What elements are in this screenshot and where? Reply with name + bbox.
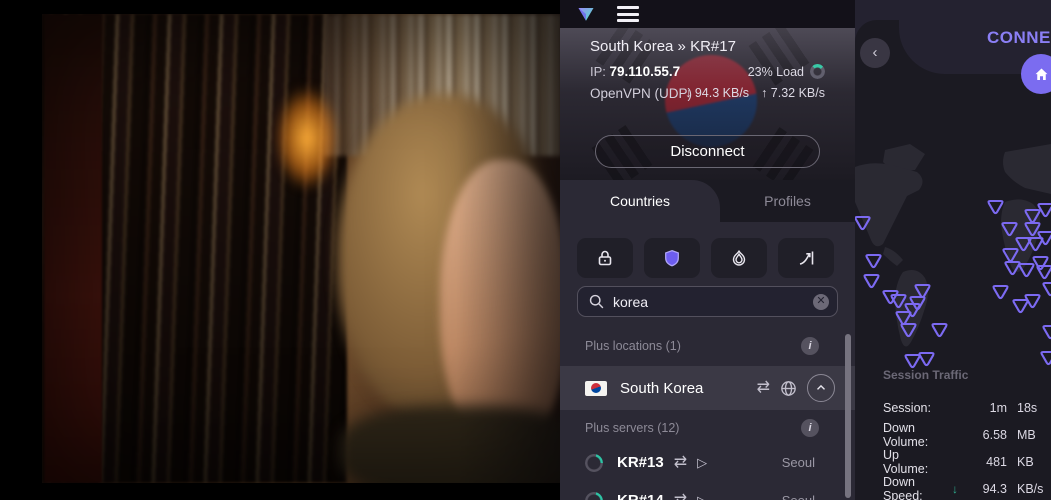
shuffle-icon[interactable]: ⇄ [674,493,687,500]
plus-locations-header: Plus locations (1) i [560,332,855,360]
tor-button[interactable] [711,238,767,278]
map-pin-icon [992,284,1009,300]
netshield-button[interactable] [644,238,700,278]
load-label: 23% Load [748,65,804,79]
info-icon[interactable]: i [801,337,819,355]
chevron-up-icon [814,381,828,395]
map-pin-icon [900,322,917,338]
video-frame [42,14,560,483]
south-korea-flag-icon [585,381,607,396]
app-topbar [560,0,855,28]
collapse-button[interactable] [807,374,835,402]
country-row-south-korea[interactable]: South Korea ⇄ [560,366,855,410]
tor-icon [729,248,749,268]
tab-bar: Countries Profiles [560,180,855,222]
map-pin-icon [1036,264,1051,280]
map-pin-icon [1027,236,1044,252]
connection-status-badge: CONNECTED [987,28,1051,48]
globe-icon[interactable] [779,379,798,398]
download-speed: ↓ 94.3 KB/s [685,86,749,100]
ip-label: IP: [590,64,606,79]
feature-filter-row [577,238,834,278]
plus-servers-header: Plus servers (12) i [560,414,855,442]
shuffle-icon[interactable]: ⇄ [674,455,687,471]
protonvpn-logo [577,5,595,23]
vpn-sidebar: South Korea » KR#17 IP: 79.110.55.7 23% … [560,0,855,500]
play-icon[interactable]: ▷ [697,455,707,471]
map-pin-icon [863,273,880,289]
server-load-ring-icon [585,454,603,472]
map-pin-icon [931,322,948,338]
tab-countries[interactable]: Countries [560,180,720,222]
server-row[interactable]: KR#13 ⇄ ▷ Seoul [560,444,855,481]
map-pin-icon [1037,202,1051,218]
search-icon [588,293,605,310]
load-ring-icon [810,64,825,79]
map-panel: Session Traffic Session: 1m 18s Down Vol… [855,0,1051,500]
countries-panel: ✕ Plus locations (1) i South Korea ⇄ [560,222,855,500]
session-row: Session: 1m 18s [883,394,1047,421]
map-pin-icon [865,253,882,269]
p2p-arrow-icon [796,248,816,268]
map-pin-icon [855,215,871,231]
map-pin-icon [918,351,935,367]
map-pin-icon [1024,293,1041,309]
session-traffic-panel: Session Traffic Session: 1m 18s Down Vol… [883,368,1047,500]
session-row: Up Volume: 481 KB [883,448,1047,475]
ip-value: 79.110.55.7 [610,64,681,79]
session-row: Down Volume: 6.58 MB [883,421,1047,448]
tab-profiles[interactable]: Profiles [720,180,855,222]
map-pin-icon [1042,281,1051,297]
shuffle-icon[interactable]: ⇄ [757,380,770,396]
connection-header: South Korea » KR#17 IP: 79.110.55.7 23% … [560,28,855,180]
play-icon[interactable]: ▷ [697,493,707,500]
lock-icon [595,248,615,268]
scrollbar[interactable] [845,334,851,498]
shield-icon [663,249,681,267]
disconnect-button[interactable]: Disconnect [595,135,820,168]
protocol-label: OpenVPN (UDP) [590,86,692,101]
server-load-ring-icon [585,492,603,500]
map-pin-icon [987,199,1004,215]
info-icon[interactable]: i [801,419,819,437]
session-row: Down Speed: 94.3 KB/s [883,475,1047,500]
session-traffic-title: Session Traffic [883,368,1047,382]
secure-core-button[interactable] [577,238,633,278]
search-box: ✕ [577,286,838,317]
home-icon [1033,66,1050,83]
p2p-button[interactable] [778,238,834,278]
map-pin-icon [1040,350,1051,366]
server-row[interactable]: KR#14 ⇄ ▷ Seoul [560,482,855,500]
clear-search-icon[interactable]: ✕ [813,294,829,310]
video-player[interactable] [0,0,560,500]
collapse-sidebar-button[interactable]: ‹ [860,38,890,68]
upload-speed: ↑ 7.32 KB/s [761,86,825,100]
world-map: Session Traffic Session: 1m 18s Down Vol… [855,20,1051,500]
down-arrow-icon [947,482,963,496]
search-input[interactable] [613,294,813,310]
connection-title: South Korea » KR#17 [590,38,736,55]
screen: South Korea » KR#17 IP: 79.110.55.7 23% … [0,0,1051,500]
map-pin-icon [1042,324,1051,340]
menu-icon[interactable] [617,6,639,22]
